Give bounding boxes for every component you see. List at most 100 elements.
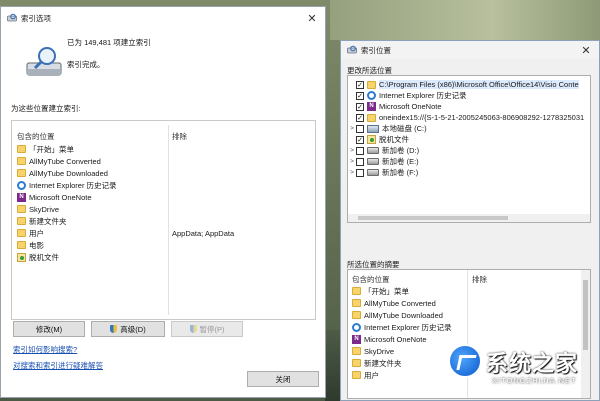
- expand-chevron-icon[interactable]: >: [348, 158, 356, 165]
- tree-item[interactable]: ✓ oneindex15://{S-1-5-21-2005245063-8069…: [348, 112, 584, 123]
- table-row[interactable]: Internet Explorer 历史记录: [17, 179, 117, 191]
- pause-button[interactable]: 暂停(P): [171, 321, 243, 337]
- tree-item[interactable]: ✓ 脱机文件: [348, 134, 409, 145]
- folder-icon: [352, 311, 361, 319]
- indexing-options-icon: [347, 45, 357, 54]
- tree-item[interactable]: > 新加卷 (E:): [348, 156, 419, 167]
- drive-icon: [367, 169, 379, 176]
- table-row[interactable]: AllMyTube Downloaded: [17, 167, 108, 179]
- location-checkbox[interactable]: ✓: [356, 91, 364, 100]
- troubleshoot-search-link[interactable]: 对搜索和索引进行疑难解答: [13, 360, 103, 371]
- horizontal-scrollbar[interactable]: [348, 214, 590, 222]
- uac-shield-icon: [189, 325, 197, 333]
- location-checkbox[interactable]: [356, 124, 364, 133]
- indexing-drive-icon: [26, 47, 62, 76]
- location-checkbox[interactable]: ✓: [356, 80, 364, 89]
- indexing-complete-text: 索引完成。: [67, 60, 105, 69]
- tree-item[interactable]: ✓ N Microsoft OneNote: [348, 101, 442, 112]
- indexing-options-icon: [7, 13, 17, 22]
- index-locations-label: 为这些位置建立索引:: [11, 104, 81, 113]
- folder-icon: [352, 359, 361, 367]
- folder-icon: [17, 145, 26, 153]
- internet-explorer-icon: [367, 91, 376, 100]
- location-checkbox[interactable]: [356, 157, 364, 166]
- table-row[interactable]: 新建文件夹: [352, 357, 402, 369]
- folder-icon: [17, 169, 26, 177]
- folder-icon: [17, 241, 26, 249]
- tree-item[interactable]: > 本地磁盘 (C:): [348, 123, 427, 134]
- internet-explorer-icon: [352, 322, 361, 332]
- expand-chevron-icon[interactable]: >: [348, 169, 356, 176]
- table-row[interactable]: 用户: [17, 227, 44, 239]
- excluded-value: AppData; AppData: [172, 229, 235, 238]
- indexed-locations-table[interactable]: 包含的位置 排除 「开始」菜单 AllMyTube Converted AllM…: [11, 120, 316, 320]
- table-row[interactable]: 「开始」菜单: [352, 285, 409, 297]
- drive-icon: [367, 147, 379, 154]
- windows-drive-icon: [367, 124, 379, 133]
- location-checkbox[interactable]: [356, 168, 364, 177]
- watermark-url-text: XITONGZHIJIA.NET: [492, 376, 577, 385]
- table-row[interactable]: AllMyTube Downloaded: [352, 309, 443, 321]
- folder-icon: [367, 80, 376, 89]
- how-indexing-affects-search-link[interactable]: 索引如何影响搜索?: [13, 344, 77, 355]
- table-row[interactable]: N Microsoft OneNote: [17, 191, 92, 203]
- internet-explorer-icon: [17, 180, 26, 190]
- table-row[interactable]: 新建文件夹: [17, 215, 67, 227]
- folder-icon: [367, 113, 376, 122]
- location-checkbox[interactable]: ✓: [356, 135, 364, 144]
- table-row[interactable]: Internet Explorer 历史记录: [352, 321, 452, 333]
- table-row[interactable]: AllMyTube Converted: [352, 297, 436, 309]
- table-row[interactable]: AllMyTube Converted: [17, 155, 101, 167]
- location-tree[interactable]: ✓ C:\Program Files (x86)\Microsoft Offic…: [347, 75, 591, 223]
- window-title: 索引选项: [21, 13, 51, 23]
- folder-icon: [17, 229, 26, 237]
- location-checkbox[interactable]: [356, 146, 364, 155]
- offline-files-icon: [17, 252, 26, 262]
- location-checkbox[interactable]: ✓: [356, 113, 364, 122]
- indexed-locations-titlebar[interactable]: 索引位置 ✕: [341, 41, 599, 59]
- modify-button[interactable]: 修改(M): [13, 321, 85, 337]
- table-row[interactable]: 脱机文件: [17, 251, 59, 263]
- table-row[interactable]: N Microsoft OneNote: [352, 333, 427, 345]
- scrollbar-thumb[interactable]: [358, 216, 508, 220]
- included-column-header: 包含的位置: [17, 132, 55, 141]
- folder-icon: [17, 205, 26, 213]
- folder-icon: [352, 371, 361, 379]
- table-row[interactable]: SkyDrive: [17, 203, 59, 215]
- expand-chevron-icon[interactable]: >: [348, 147, 356, 154]
- location-checkbox[interactable]: ✓: [356, 102, 364, 111]
- close-window-icon[interactable]: ✕: [299, 7, 325, 29]
- folder-icon: [352, 299, 361, 307]
- expand-chevron-icon[interactable]: >: [348, 125, 356, 132]
- indexing-options-titlebar[interactable]: 索引选项 ✕: [1, 7, 325, 29]
- offline-files-icon: [367, 135, 376, 144]
- watermark-text: 系统之家: [486, 352, 579, 377]
- indexing-options-window: 索引选项 ✕ 已为 149,481 项建立索引 索引完成。 为这些位置建立索引:…: [0, 6, 326, 398]
- folder-icon: [352, 347, 361, 355]
- table-row[interactable]: 电影: [17, 239, 44, 251]
- table-row[interactable]: 「开始」菜单: [17, 143, 74, 155]
- watermark-logo-icon: [448, 344, 482, 378]
- folder-icon: [352, 287, 361, 295]
- indexed-count-text: 已为 149,481 项建立索引: [67, 38, 151, 47]
- drive-icon: [367, 158, 379, 165]
- tree-item[interactable]: > 新加卷 (F:): [348, 167, 418, 178]
- column-divider: [168, 125, 169, 315]
- advanced-button[interactable]: 高级(D): [91, 321, 165, 337]
- close-button[interactable]: 关闭: [247, 371, 319, 387]
- table-row[interactable]: 用户: [352, 369, 379, 381]
- excluded-column-header: 排除: [472, 275, 487, 284]
- folder-icon: [17, 217, 26, 225]
- window-title: 索引位置: [361, 45, 391, 55]
- included-column-header: 包含的位置: [352, 275, 390, 284]
- site-watermark: 系统之家 XITONGZHIJIA.NET: [448, 340, 600, 401]
- close-window-icon[interactable]: ✕: [573, 41, 599, 59]
- excluded-column-header: 排除: [172, 132, 187, 141]
- uac-shield-icon: [110, 325, 118, 333]
- desktop-background: [330, 0, 600, 40]
- tree-item[interactable]: ✓ Internet Explorer 历史记录: [348, 90, 467, 101]
- table-row[interactable]: SkyDrive: [352, 345, 394, 357]
- tree-item[interactable]: > 新加卷 (D:): [348, 145, 419, 156]
- onenote-icon: N: [17, 192, 26, 202]
- tree-item[interactable]: ✓ C:\Program Files (x86)\Microsoft Offic…: [348, 79, 579, 90]
